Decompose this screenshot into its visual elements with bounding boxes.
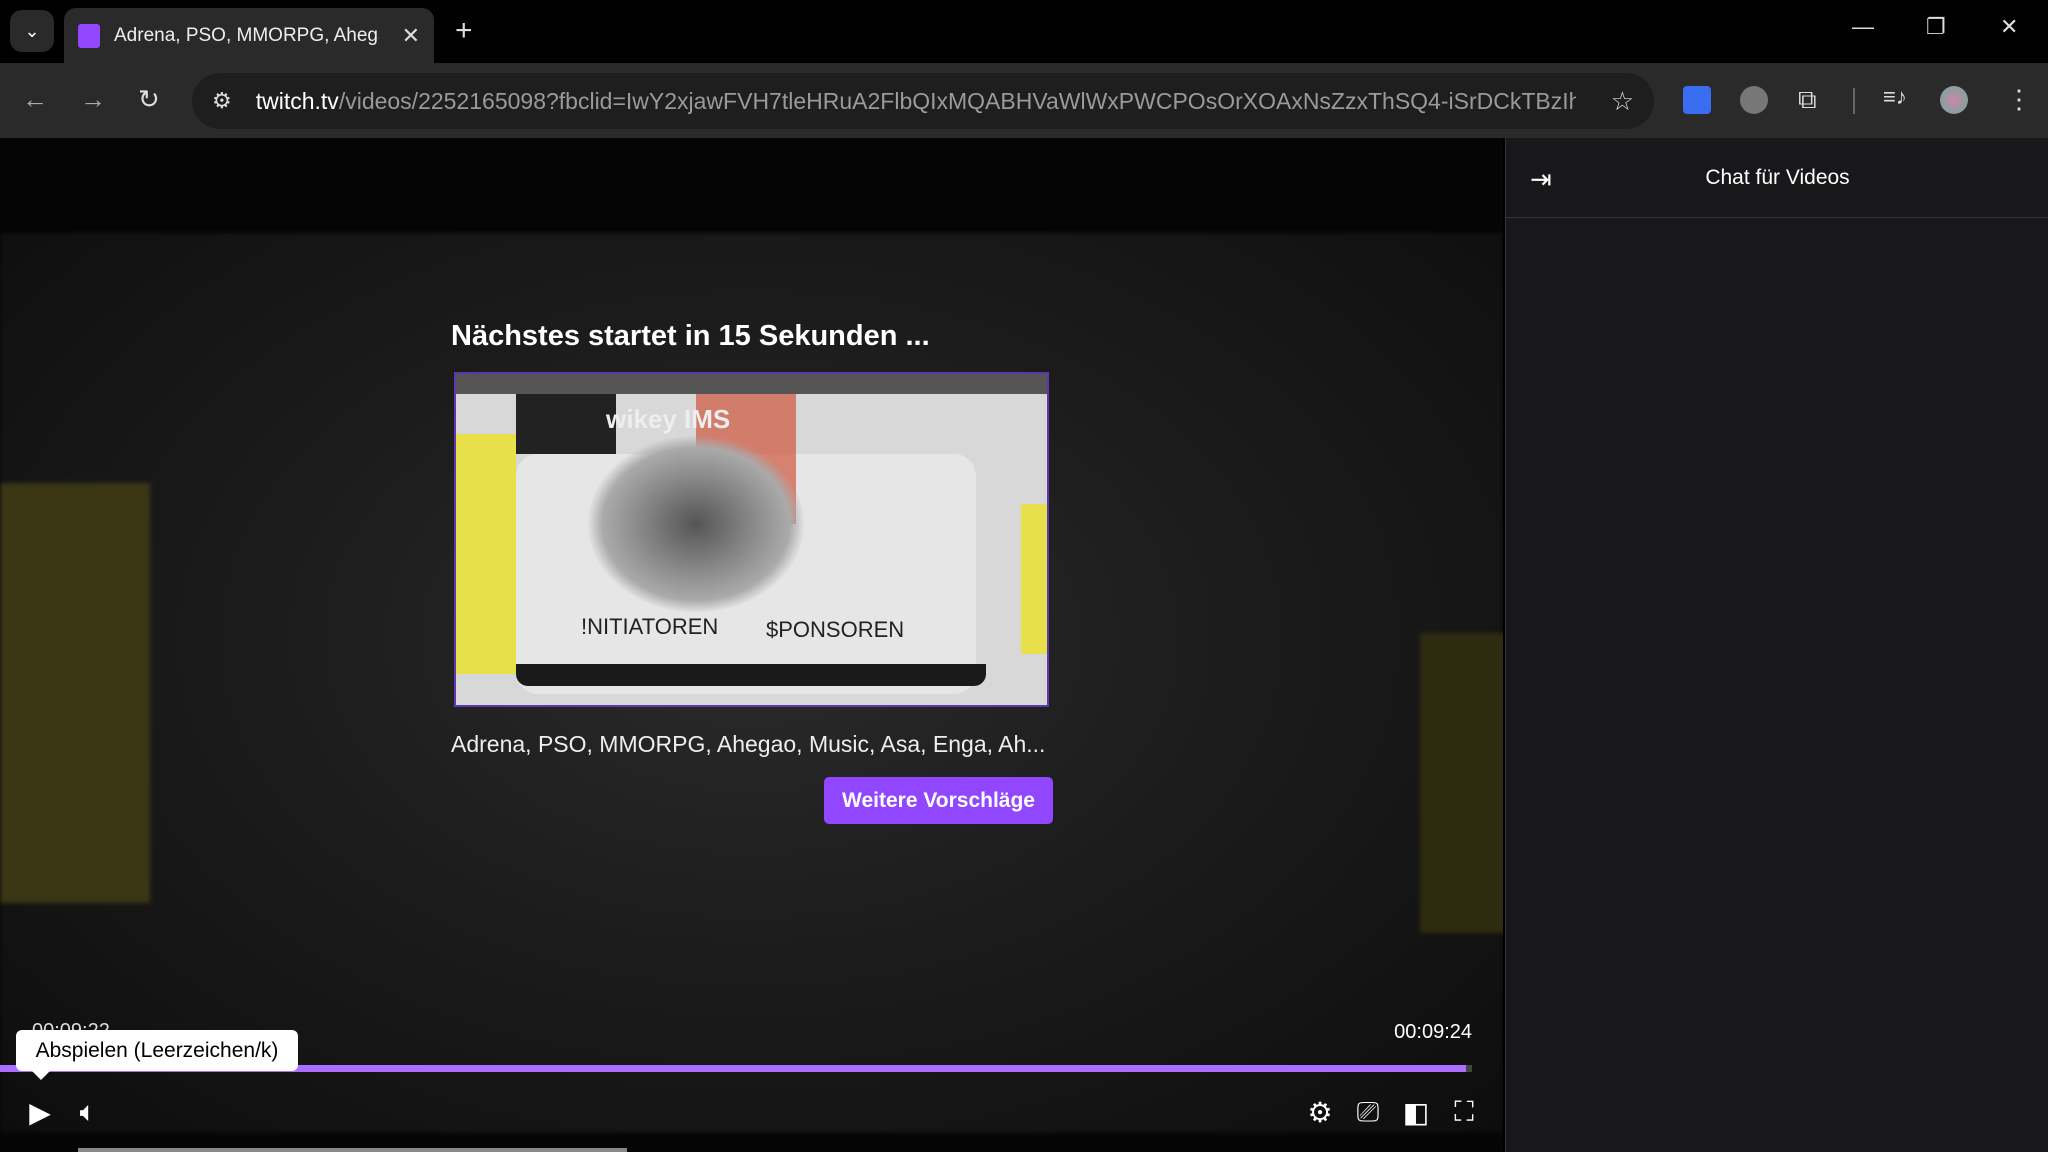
forward-button[interactable]: →	[80, 84, 106, 115]
extension-icon[interactable]	[1740, 86, 1768, 114]
tab-title: Adrena, PSO, MMORPG, Ahegao, Music	[114, 24, 379, 46]
thumbnail-logo: wikey IMS	[606, 404, 731, 434]
twitch-favicon-icon	[78, 23, 100, 48]
volume-icon: 🔈︎	[79, 1095, 97, 1127]
scrollbar[interactable]	[78, 1148, 627, 1152]
play-icon: ▶	[29, 1096, 51, 1128]
gear-icon: ⚙	[1307, 1096, 1333, 1128]
tab-search-button[interactable]: ⌄	[10, 10, 54, 52]
reload-button[interactable]: ↻	[138, 84, 160, 115]
extensions-puzzle-icon[interactable]: ⧉	[1798, 84, 1817, 116]
address-bar[interactable]: ⚙ twitch.tv/videos/2252165098?fbclid=IwY…	[192, 73, 1654, 129]
next-video-thumbnail[interactable]: wikey IMS !NITIATOREN $PONSOREN	[454, 372, 1049, 707]
restore-button[interactable]: ❐	[1926, 14, 1946, 40]
total-time: 00:09:24	[1394, 1021, 1472, 1043]
back-button[interactable]: ←	[22, 84, 48, 115]
extension-icon[interactable]	[1683, 86, 1711, 114]
theatre-mode-button[interactable]: ◧	[1398, 1094, 1434, 1130]
cast-button[interactable]: ⎚	[1350, 1094, 1386, 1130]
profile-avatar[interactable]	[1940, 86, 1968, 114]
chat-header: ⇥ Chat für Videos	[1506, 138, 2048, 218]
media-control-icon[interactable]: ≡♪	[1883, 84, 1907, 110]
site-info-icon[interactable]: ⚙	[212, 88, 232, 114]
play-button[interactable]: ▶	[22, 1094, 58, 1130]
next-video-title[interactable]: Adrena, PSO, MMORPG, Ahegao, Music, Asa,…	[451, 731, 1045, 758]
thumbnail-text: $PONSOREN	[766, 617, 905, 642]
toolbar-divider	[1853, 88, 1855, 114]
new-tab-button[interactable]: +	[455, 14, 473, 48]
cast-icon: ⎚	[1356, 1095, 1380, 1127]
url-path: /videos/2252165098?fbclid=IwY2xjawFVH7tl…	[338, 87, 1576, 114]
close-tab-icon[interactable]: ✕	[402, 23, 420, 49]
settings-button[interactable]: ⚙	[1302, 1094, 1338, 1130]
thumbnail-text: !NITIATOREN	[581, 614, 719, 639]
chevron-down-icon: ⌄	[24, 20, 40, 41]
minimize-button[interactable]: —	[1852, 14, 1874, 40]
more-suggestions-button[interactable]: Weitere Vorschläge	[824, 777, 1053, 824]
fullscreen-button[interactable]: ⛶	[1446, 1094, 1482, 1130]
next-video-countdown: Nächstes startet in 15 Sekunden ...	[451, 320, 930, 352]
close-window-button[interactable]: ✕	[2000, 14, 2018, 40]
fullscreen-icon: ⛶	[1454, 1095, 1474, 1127]
theatre-icon: ◧	[1402, 1096, 1430, 1128]
browser-tab[interactable]: Adrena, PSO, MMORPG, Ahegao, Music ✕	[64, 8, 434, 63]
menu-icon[interactable]: ⋮	[2006, 84, 2032, 115]
chat-title: Chat für Videos	[1705, 166, 1850, 189]
play-tooltip: Abspielen (Leerzeichen/k)	[16, 1030, 298, 1080]
url-host: twitch.tv	[255, 87, 339, 114]
chat-sidebar: ⇥ Chat für Videos	[1505, 138, 2048, 1152]
volume-button[interactable]: 🔈︎	[70, 1094, 106, 1130]
bookmark-star-icon[interactable]: ☆	[1611, 86, 1634, 117]
